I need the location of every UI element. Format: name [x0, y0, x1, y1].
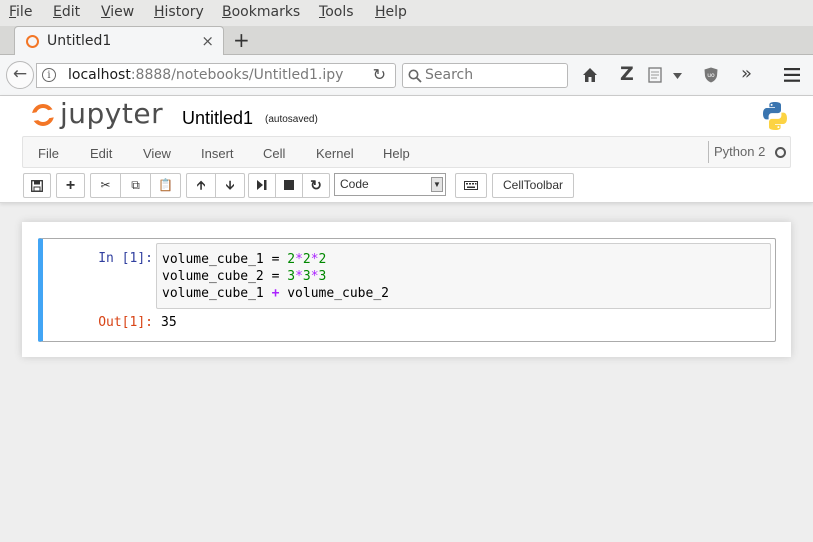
menu-file[interactable]: File: [9, 4, 32, 20]
jupyter-favicon-icon: [26, 35, 39, 48]
stop-icon[interactable]: [275, 173, 303, 198]
code-line: volume_cube_1 = 2*2*2: [162, 252, 327, 267]
nb-menu-kernel[interactable]: Kernel: [316, 146, 354, 161]
overflow-icon[interactable]: »: [741, 63, 752, 84]
run-group: ↻: [248, 173, 330, 198]
celltoolbar-button[interactable]: CellToolbar: [492, 173, 574, 198]
notebook-toolbar: + ✂ ⧉ 📋 🡩 🡫 ↻ Code ▼ CellToolbar: [0, 173, 813, 199]
save-button[interactable]: [23, 173, 51, 198]
nb-menu-help[interactable]: Help: [383, 146, 410, 161]
close-icon[interactable]: ×: [201, 32, 214, 50]
keyboard-icon[interactable]: [455, 173, 487, 198]
menu-tools[interactable]: Tools: [319, 4, 354, 20]
nb-menu-view[interactable]: View: [143, 146, 171, 161]
url-bar[interactable]: i localhost:8888/notebooks/Untitled1.ipy…: [36, 63, 396, 88]
copy-icon[interactable]: ⧉: [120, 173, 151, 198]
ublock-icon[interactable]: uo: [704, 67, 718, 83]
browser-menubar: File Edit View History Bookmarks Tools H…: [0, 0, 813, 26]
kernel-idle-indicator-icon: [775, 147, 786, 158]
code-editor[interactable]: volume_cube_1 = 2*2*2 volume_cube_2 = 3*…: [156, 243, 771, 309]
tab-untitled1[interactable]: Untitled1 ×: [14, 26, 224, 56]
kernel-name: Python 2: [708, 141, 765, 163]
zotero-icon[interactable]: Z: [620, 63, 634, 85]
celltype-select[interactable]: Code ▼: [334, 173, 446, 196]
search-icon: [408, 69, 422, 83]
nb-menu-file[interactable]: File: [38, 146, 59, 161]
url-text[interactable]: localhost:8888/notebooks/Untitled1.ipy: [68, 67, 343, 83]
output-prompt: Out[1]:: [98, 315, 153, 330]
cut-icon[interactable]: ✂: [90, 173, 121, 198]
jupyter-logo[interactable]: jupyter: [30, 96, 170, 134]
input-prompt: In [1]:: [98, 251, 153, 266]
notebook-name[interactable]: Untitled1: [182, 108, 253, 129]
jupyter-logo-icon: [32, 104, 54, 126]
menu-help[interactable]: Help: [375, 4, 407, 20]
menu-edit[interactable]: Edit: [53, 4, 80, 20]
new-tab-button[interactable]: +: [233, 29, 250, 51]
move-down-icon[interactable]: 🡫: [215, 173, 245, 198]
jupyter-wordmark: jupyter: [60, 97, 164, 130]
python-logo-icon: [763, 102, 787, 130]
svg-text:uo: uo: [707, 72, 715, 79]
move-group: 🡩 🡫: [186, 173, 245, 198]
paste-icon[interactable]: 📋: [150, 173, 181, 198]
jupyter-header: jupyter Untitled1 (autosaved) File Edit …: [0, 96, 813, 203]
nb-menu-edit[interactable]: Edit: [90, 146, 112, 161]
tab-title: Untitled1: [47, 33, 112, 49]
menu-bookmarks[interactable]: Bookmarks: [222, 4, 300, 20]
code-cell[interactable]: In [1]: volume_cube_1 = 2*2*2 volume_cub…: [38, 238, 776, 342]
run-icon[interactable]: [248, 173, 276, 198]
search-bar[interactable]: [402, 63, 568, 88]
menu-view[interactable]: View: [101, 4, 134, 20]
clipboard-group: ✂ ⧉ 📋: [90, 173, 181, 198]
restart-icon[interactable]: ↻: [302, 173, 330, 198]
home-icon[interactable]: [582, 67, 598, 83]
code-line: volume_cube_2 = 3*3*3: [162, 269, 327, 284]
search-input[interactable]: [425, 67, 560, 83]
reader-icon[interactable]: [648, 67, 662, 83]
notebook-container: In [1]: volume_cube_1 = 2*2*2 volume_cub…: [22, 222, 791, 357]
tab-strip: Untitled1 ×: [0, 26, 813, 56]
autosave-status: (autosaved): [265, 114, 318, 125]
reload-icon[interactable]: ↻: [373, 65, 386, 84]
navigation-bar: ← i localhost:8888/notebooks/Untitled1.i…: [0, 55, 813, 96]
select-arrow-icon: ▼: [431, 177, 443, 192]
nb-menu-insert[interactable]: Insert: [201, 146, 234, 161]
celltype-value: Code: [340, 177, 369, 191]
menu-history[interactable]: History: [154, 4, 204, 20]
move-up-icon[interactable]: 🡩: [186, 173, 216, 198]
add-icon[interactable]: +: [56, 173, 85, 198]
info-icon[interactable]: i: [42, 68, 56, 82]
notebook-menubar: File Edit View Insert Cell Kernel Help P…: [22, 136, 791, 168]
back-arrow-icon[interactable]: ←: [6, 61, 34, 89]
code-line: volume_cube_1 + volume_cube_2: [162, 286, 389, 301]
nb-menu-cell[interactable]: Cell: [263, 146, 285, 161]
output-value: 35: [161, 315, 177, 330]
chevron-down-icon[interactable]: [673, 73, 682, 79]
save-icon: [31, 180, 43, 192]
hamburger-menu-icon[interactable]: [784, 68, 800, 82]
